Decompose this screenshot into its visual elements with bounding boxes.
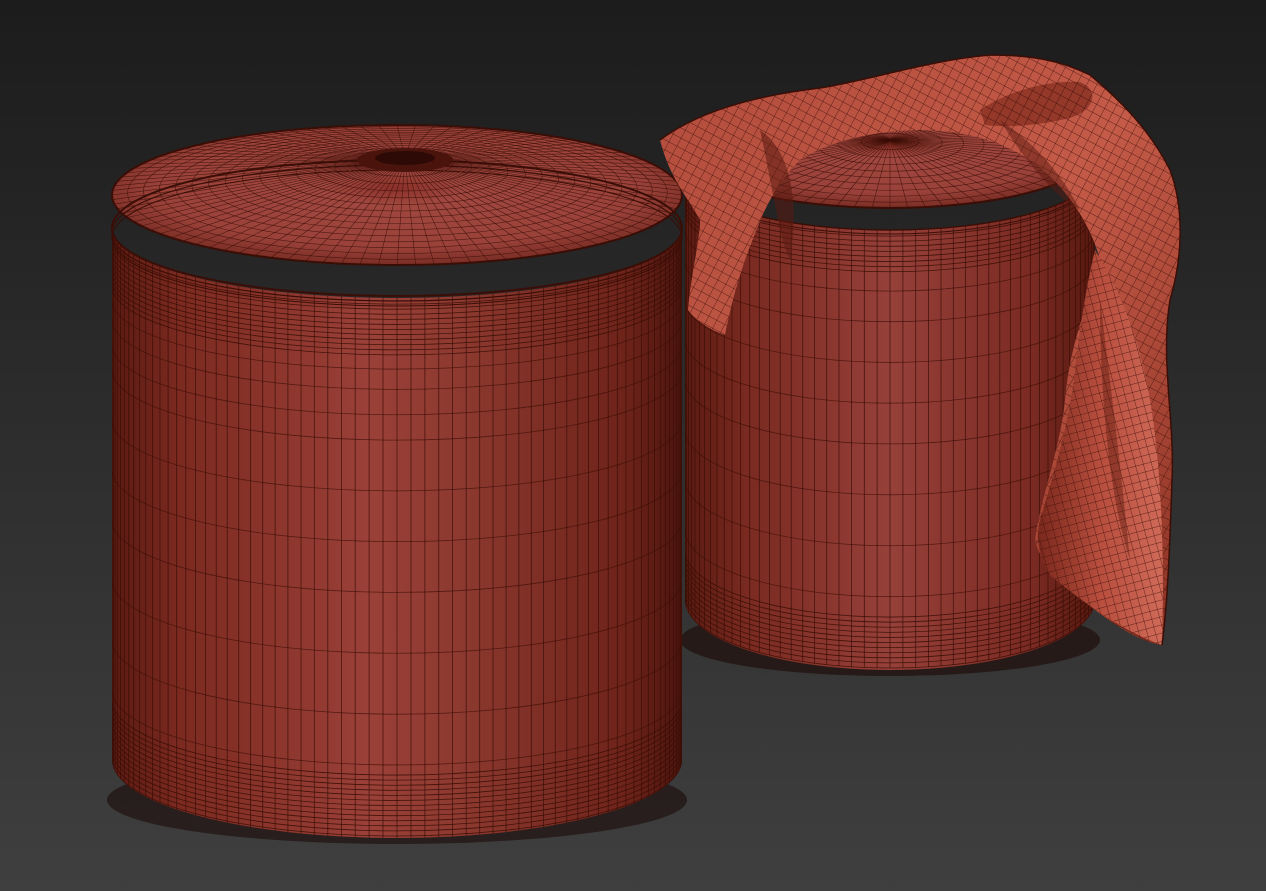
3d-viewport[interactable] — [0, 0, 1266, 891]
pouf-left — [107, 124, 687, 844]
scene-render — [0, 0, 1266, 891]
